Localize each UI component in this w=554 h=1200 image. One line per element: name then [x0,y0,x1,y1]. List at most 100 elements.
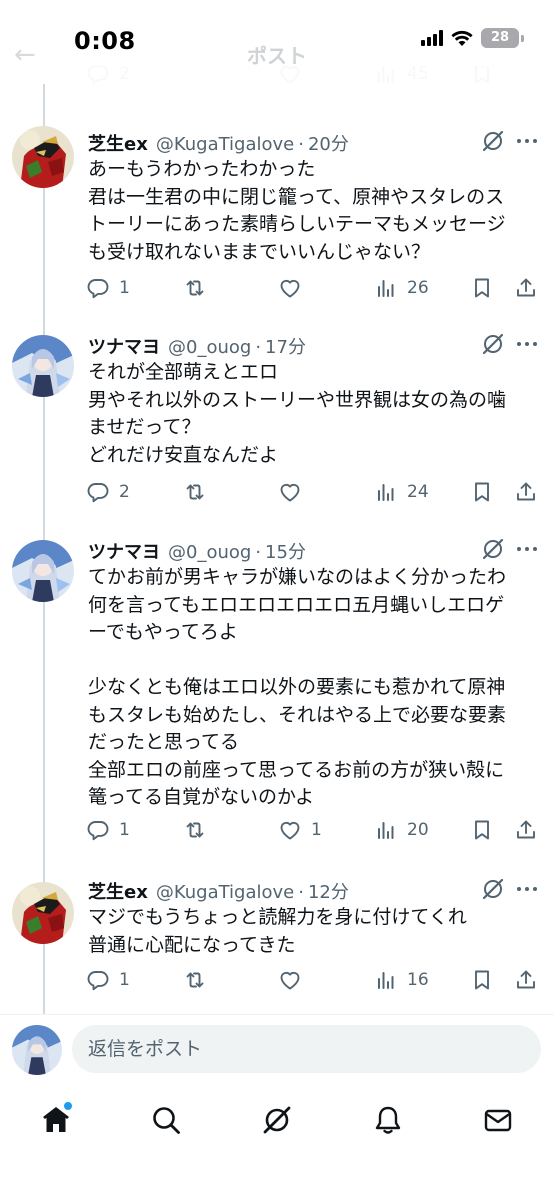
avatar[interactable] [12,126,74,188]
tweet-actions: 1 16 [86,966,544,994]
display-name[interactable]: 芝生ex [88,130,148,156]
reply-count: 2 [119,482,130,502]
bookmark-icon [475,482,489,502]
grok-icon[interactable] [480,128,506,154]
grok-icon[interactable] [480,876,506,902]
timestamp[interactable]: 12分 [308,878,349,904]
tweet-text: それが全部萌えとエロ 男やそれ以外のストーリーや世界観は女の為の噛 ませだって？… [88,359,538,469]
grok-icon[interactable] [480,331,506,357]
avatar[interactable] [12,335,74,397]
more-options-icon[interactable] [514,128,540,154]
reply-button[interactable]: 2 [86,478,130,506]
bookmark-button[interactable] [470,478,494,506]
tweet-line: も受け取れないままでいいんじゃない？ [88,240,431,263]
reply-button[interactable]: 1 [86,966,130,994]
views-icon [378,822,394,839]
tweet-line: 何を言ってもエロエロエロエロ五月蝿いしエロゲ [88,593,505,616]
user-handle[interactable]: @0_ouog [168,542,251,563]
separator-dot: · [255,337,262,358]
more-options-icon[interactable] [514,331,540,357]
display-name[interactable]: ツナマヨ [88,333,160,359]
retweet-button[interactable] [183,274,216,302]
reply-icon [87,821,109,841]
more-options-icon[interactable] [514,876,540,902]
tweet-line: 男やそれ以外のストーリーや世界観は女の為の噛 [88,388,507,411]
tweet-header: ツナマヨ @0_ouog · 17分 [88,333,306,359]
user-handle[interactable]: @KugaTigalove [156,882,294,903]
nav-search[interactable] [144,1098,188,1142]
tweet-line: 普通に心配になってきた [88,933,296,956]
tweet-line: 篭ってる自覚がないのかよ [88,786,315,808]
tweet-header: ツナマヨ @0_ouog · 15分 [88,538,306,564]
share-button[interactable] [514,478,538,506]
reply-input[interactable] [72,1025,541,1073]
display-name[interactable]: ツナマヨ [88,538,160,564]
share-button[interactable] [514,274,538,302]
retweet-button[interactable] [183,478,216,506]
tweet-text: てかお前が男キャラが嫌いなのはよく分かったわ 何を言ってもエロエロエロエロ五月蝿… [88,564,538,812]
views-count: 16 [407,970,429,990]
views-button[interactable]: 24 [374,478,429,506]
nav-home[interactable] [34,1098,78,1142]
reply-button[interactable]: 1 [86,816,130,844]
tweet-line: それが全部萌えとエロ [88,361,279,383]
tweet-text: マジでもうちょっと読解力を身に付けてくれ 普通に心配になってきた [88,904,538,959]
views-count: 26 [407,278,429,298]
notifications-icon [375,1106,401,1134]
tweet-line: ーでもやってろよ [88,621,238,643]
like-button[interactable] [278,274,311,302]
bookmark-icon [475,278,489,298]
share-button[interactable] [514,816,538,844]
retweet-icon [186,822,204,838]
avatar[interactable] [12,540,74,602]
tweet-line: ませだって？ [88,416,201,438]
more-options-icon[interactable] [514,536,540,562]
retweet-icon [186,972,204,988]
share-icon [517,970,535,989]
nav-messages[interactable] [476,1098,520,1142]
like-button[interactable] [278,966,311,994]
tweet-line: マジでもうちょっと読解力を身に付けてくれ [88,906,467,928]
timestamp[interactable]: 15分 [265,538,306,564]
timestamp[interactable]: 20分 [308,130,349,156]
like-count: 1 [311,820,322,840]
avatar[interactable] [12,882,74,944]
display-name[interactable]: 芝生ex [88,878,148,904]
battery-icon [521,34,524,42]
grok-icon[interactable] [480,536,506,562]
views-count: 20 [407,820,429,840]
reply-icon [87,279,109,299]
timestamp[interactable]: 17分 [265,333,306,359]
avatar-image [12,882,74,944]
views-button[interactable]: 16 [374,966,429,994]
share-icon [517,482,535,501]
views-button[interactable]: 26 [374,274,429,302]
bookmark-button[interactable] [470,274,494,302]
retweet-button[interactable] [183,966,216,994]
views-button[interactable]: 20 [374,816,429,844]
user-handle[interactable]: @0_ouog [168,337,251,358]
avatar-image [12,126,74,188]
like-button[interactable]: 1 [278,816,322,844]
bookmark-button[interactable] [470,816,494,844]
reply-count: 1 [119,820,130,840]
heart-icon [280,821,300,840]
tweet-line: 少なくとも俺はエロ以外の要素にも惹かれて原神 [88,676,506,698]
like-button[interactable] [278,478,311,506]
cellular-signal-icon [421,30,443,46]
reply-button[interactable]: 1 [86,274,130,302]
tweet-actions: 2 24 [86,478,544,506]
retweet-icon [186,280,204,296]
avatar[interactable] [12,1025,62,1075]
tweet-text: あーもうわかったわかった 君は一生君の中に閉じ籠って、原神やスタレのス トーリー… [88,156,538,266]
user-handle[interactable]: @KugaTigalove [156,134,294,155]
bookmark-button[interactable] [470,966,494,994]
share-button[interactable] [514,966,538,994]
messages-icon [484,1109,512,1132]
retweet-button[interactable] [183,816,216,844]
nav-notifications[interactable] [366,1098,410,1142]
nav-grok[interactable] [255,1098,299,1142]
retweet-icon [186,484,204,500]
heart-icon [280,483,300,502]
views-icon [378,972,394,989]
